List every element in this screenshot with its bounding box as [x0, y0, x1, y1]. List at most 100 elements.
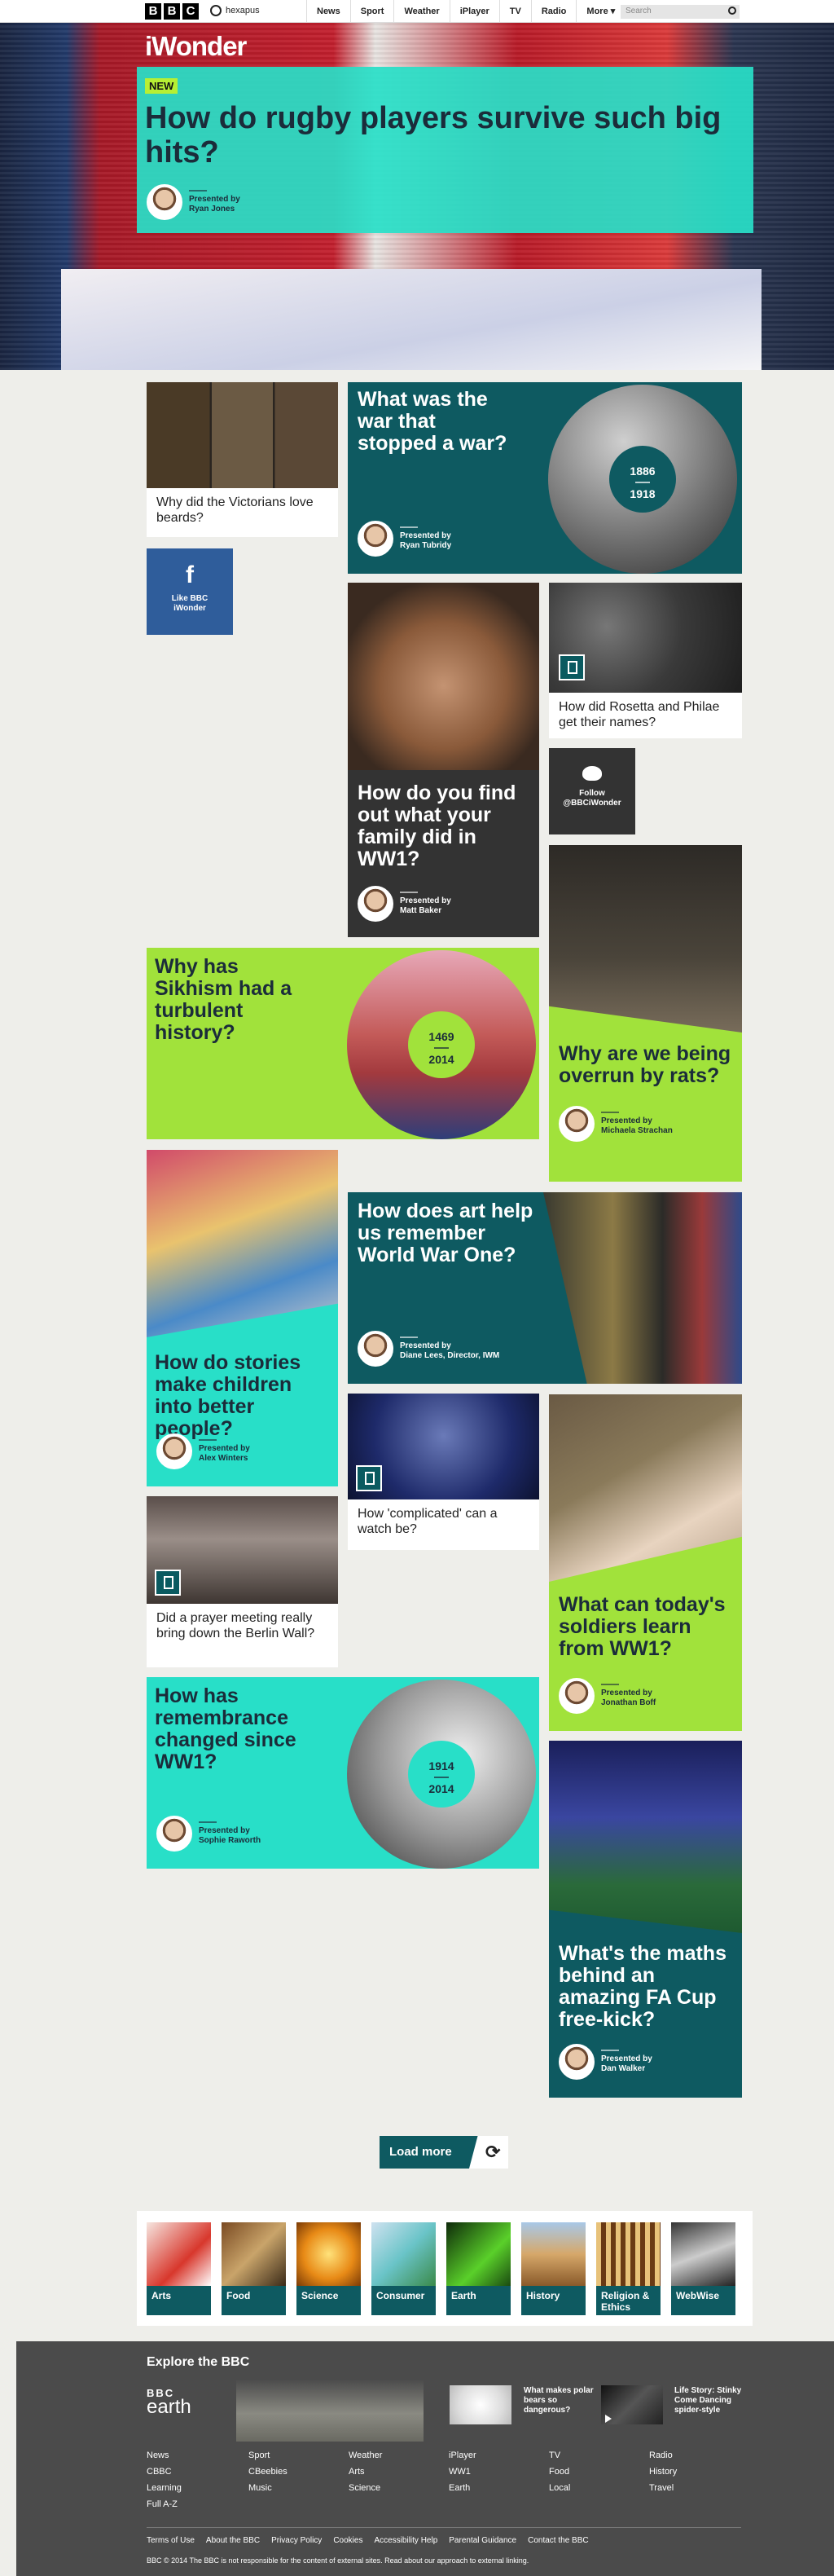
user-account[interactable]: hexapus — [210, 5, 260, 16]
presenter-name: Matt Baker — [400, 906, 442, 915]
category-webwise[interactable]: WebWise — [671, 2222, 735, 2315]
footer-link[interactable]: Learning — [147, 2480, 248, 2496]
logo-letter-c: C — [182, 3, 199, 20]
load-more-button[interactable]: Load more — [380, 2136, 508, 2169]
earth-logo-bottom: earth — [147, 2396, 191, 2418]
category-strip: Arts Food Science Consumer Earth History… — [137, 2211, 753, 2326]
footer-link[interactable]: TV — [549, 2447, 649, 2464]
footer-link[interactable]: News — [147, 2447, 248, 2464]
presenter-name: Alex Winters — [199, 1454, 248, 1463]
medal-image — [348, 583, 539, 770]
footer-link[interactable]: Food — [549, 2464, 649, 2480]
presenter-avatar — [559, 1678, 595, 1714]
soldier-writing-image — [549, 1394, 742, 1582]
nav-news[interactable]: News — [306, 0, 350, 23]
footer-link[interactable]: Arts — [349, 2464, 449, 2480]
bbc-earth-logo[interactable]: BBC earth — [147, 2386, 191, 2418]
card-art-ww1[interactable]: How does art help us remember World War … — [348, 1192, 742, 1384]
hero-title[interactable]: How do rugby players survive such big hi… — [145, 101, 748, 170]
footer-link[interactable]: Earth — [449, 2480, 549, 2496]
elephants-image — [236, 2380, 424, 2442]
presenter-avatar — [147, 184, 182, 220]
promo-spider[interactable]: Life Story: Stinky Come Dancing spider-s… — [674, 2386, 748, 2415]
card-rats[interactable]: Why are we being overrun by rats? Presen… — [549, 845, 742, 1182]
category-food[interactable]: Food — [222, 2222, 286, 2315]
card-presenter: Presented by Ryan Tubridy — [358, 521, 451, 557]
footer-link[interactable]: CBBC — [147, 2464, 248, 2480]
card-watch[interactable]: How 'complicated' can a watch be? — [348, 1394, 539, 1550]
footer-bottom-link[interactable]: Parental Guidance — [449, 2536, 516, 2545]
card-remembrance[interactable]: How has remembrance changed since WW1? 1… — [147, 1677, 539, 1869]
date-range: 1914 2014 — [408, 1741, 475, 1808]
category-earth[interactable]: Earth — [446, 2222, 511, 2315]
footer-link[interactable]: History — [649, 2464, 731, 2480]
card-presenter: Presented by Sophie Raworth — [156, 1816, 261, 1852]
nav-sport[interactable]: Sport — [349, 0, 394, 23]
card-rosetta-philae[interactable]: How did Rosetta and Philae get their nam… — [549, 583, 742, 738]
card-family-ww1[interactable]: How do you find out what your family did… — [348, 583, 539, 937]
card-soldiers[interactable]: What can today's soldiers learn from WW1… — [549, 1394, 742, 1731]
presenter-name: Jonathan Boff — [601, 1698, 656, 1707]
footer-link[interactable]: Music — [248, 2480, 349, 2496]
play-icon — [605, 2415, 612, 2423]
footer-bottom-link[interactable]: Contact the BBC — [528, 2536, 588, 2545]
category-history[interactable]: History — [521, 2222, 586, 2315]
promo-polar-bears[interactable]: What makes polar bears so dangerous? — [524, 2386, 597, 2415]
card-war-stopped-war[interactable]: What was the war that stopped a war? 188… — [348, 382, 742, 574]
card-victorian-beards[interactable]: Why did the Victorians love beards? — [147, 382, 338, 537]
category-label: Science — [296, 2286, 361, 2315]
nav-radio[interactable]: Radio — [530, 0, 577, 23]
rats-image — [549, 845, 742, 1033]
footer-bottom-links: Terms of Use About the BBC Privacy Polic… — [147, 2536, 589, 2545]
category-image — [596, 2222, 661, 2286]
presenter-name: Sophie Raworth — [199, 1836, 261, 1845]
nav-weather[interactable]: Weather — [393, 0, 449, 23]
category-science[interactable]: Science — [296, 2222, 361, 2315]
footer-bottom-link[interactable]: Terms of Use — [147, 2536, 195, 2545]
polar-bear-thumbnail[interactable] — [450, 2385, 511, 2424]
card-fa-cup-freekick[interactable]: What's the maths behind an amazing FA Cu… — [549, 1741, 742, 2098]
search-input[interactable]: Search — [621, 5, 740, 19]
footer-link[interactable]: iPlayer — [449, 2447, 549, 2464]
footer-bottom-link[interactable]: About the BBC — [206, 2536, 260, 2545]
bbc-logo[interactable]: B B C — [145, 3, 199, 20]
footer-bottom-link[interactable]: Privacy Policy — [271, 2536, 322, 2545]
footer-link[interactable]: Local — [549, 2480, 649, 2496]
footer-link-columns: News CBBC Learning Full A-Z Sport CBeebi… — [147, 2447, 741, 2512]
card-presenter: Presented by Jonathan Boff — [559, 1678, 656, 1714]
card-sikhism[interactable]: Why has Sikhism had a turbulent history?… — [147, 948, 539, 1139]
search-icon[interactable] — [728, 7, 736, 15]
art-image — [543, 1192, 742, 1384]
presented-by-label: Presented by — [189, 195, 240, 204]
nav-tv[interactable]: TV — [498, 0, 531, 23]
card-stories-children[interactable]: How do stories make children into better… — [147, 1150, 338, 1486]
footer-link[interactable]: Weather — [349, 2447, 449, 2464]
footer-link[interactable]: Radio — [649, 2447, 731, 2464]
footer-divider — [147, 2527, 741, 2528]
footer-link[interactable]: Science — [349, 2480, 449, 2496]
category-religion-ethics[interactable]: Religion & Ethics — [596, 2222, 661, 2315]
card-title: How has remembrance changed since WW1? — [155, 1684, 296, 1773]
footer-link[interactable]: Full A-Z — [147, 2496, 248, 2512]
footer-bottom-link[interactable]: Cookies — [333, 2536, 362, 2545]
footer-link[interactable]: Travel — [649, 2480, 731, 2496]
nav-iplayer[interactable]: iPlayer — [449, 0, 499, 23]
card-presenter: Presented by Matt Baker — [358, 886, 451, 922]
footer-link[interactable]: Sport — [248, 2447, 349, 2464]
category-consumer[interactable]: Consumer — [371, 2222, 436, 2315]
presented-by-label: Presented by — [400, 531, 451, 540]
card-title: What was the war that stopped a war? — [358, 388, 507, 455]
iwonder-logo[interactable]: iWonder — [145, 31, 247, 62]
footer-column-3: Weather Arts Science — [349, 2447, 449, 2512]
card-berlin-wall[interactable]: Did a prayer meeting really bring down t… — [147, 1496, 338, 1667]
category-arts[interactable]: Arts — [147, 2222, 211, 2315]
date-start: 1469 — [428, 1030, 454, 1043]
footer-bottom-link[interactable]: Accessibility Help — [374, 2536, 437, 2545]
username: hexapus — [226, 6, 260, 15]
footer-link[interactable]: WW1 — [449, 2464, 549, 2480]
twitter-follow-button[interactable]: Follow @BBCiWonder — [549, 748, 635, 834]
facebook-like-button[interactable]: f Like BBC iWonder — [147, 548, 233, 635]
article-icon — [559, 654, 585, 680]
nav-more[interactable]: More ▾ — [576, 0, 625, 23]
footer-link[interactable]: CBeebies — [248, 2464, 349, 2480]
